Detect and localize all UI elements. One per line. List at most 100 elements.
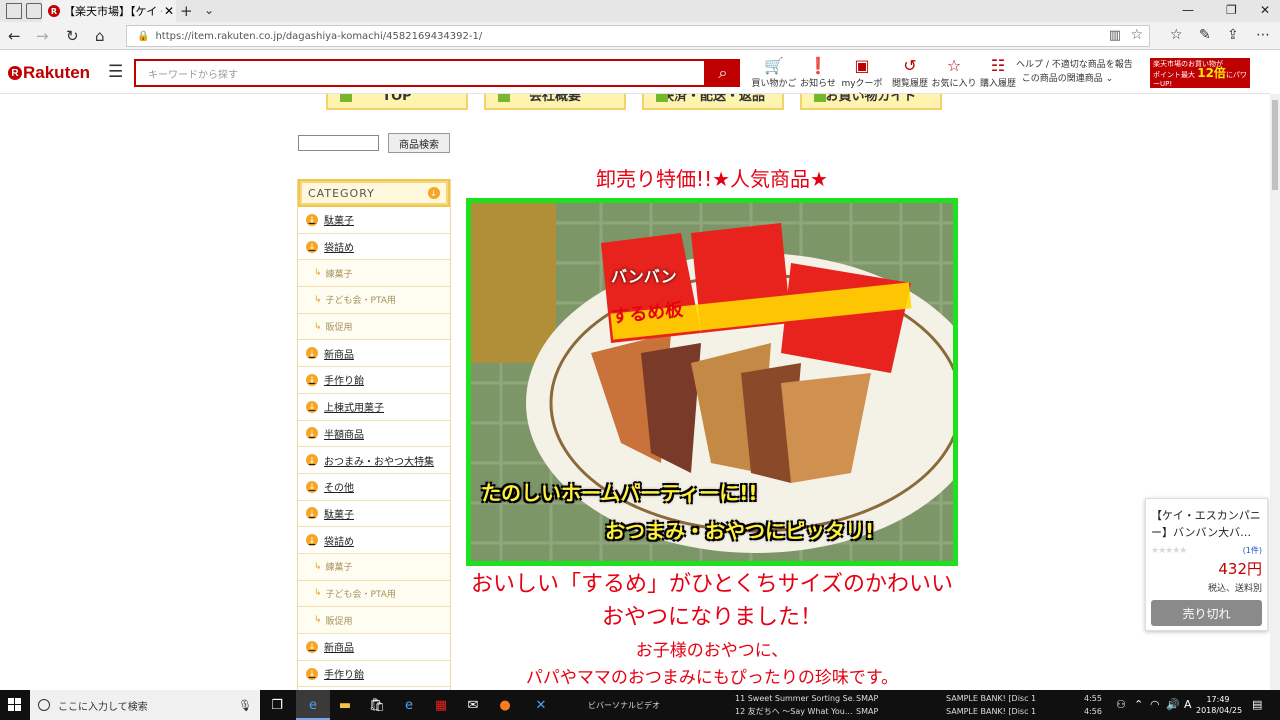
system-clock[interactable]: 17:49 2018/04/25 <box>1196 694 1242 716</box>
category-item[interactable]: ↓ その他 <box>298 473 450 501</box>
search-button[interactable]: ⌕ <box>706 59 740 87</box>
category-item[interactable]: ↓ 袋詰め <box>298 233 450 261</box>
help-report-link[interactable]: ヘルプ / 不適切な商品を報告 <box>1016 58 1133 72</box>
shop-nav-company[interactable]: 会社概要 <box>484 94 626 110</box>
keyword-search-input[interactable]: キーワードから探す <box>134 59 706 87</box>
menu-icon[interactable]: ☰ <box>108 62 123 82</box>
windows-start-icon[interactable] <box>8 698 22 712</box>
category-label: 駄菓子 <box>324 216 354 228</box>
sold-out-button[interactable]: 売り切れ <box>1151 600 1262 626</box>
cart-icon: 🛒 <box>764 56 784 75</box>
reading-view-icon[interactable]: ▥ <box>1109 28 1121 43</box>
page-scrollbar[interactable] <box>1270 94 1280 690</box>
spu-banner[interactable]: 楽天市場のお買い物が ポイント最大 12倍にパワーUP! <box>1150 58 1250 88</box>
category-item[interactable]: ↓ 上棟式用菓子 <box>298 393 450 421</box>
category-item[interactable]: ↓ 手作り飴 <box>298 367 450 394</box>
taskbar-media-window[interactable]: 11 Sweet Summer Sorting Se... 12 友だちへ ～Sa… <box>735 690 855 720</box>
shop-nav-guide[interactable]: お買い物ガイド <box>800 94 942 110</box>
related-items-link[interactable]: この商品の関連商品 ⌄ <box>1016 72 1133 86</box>
microphone-icon[interactable]: 🎙 <box>238 699 252 712</box>
cart-link[interactable]: 🛒 買い物かご <box>750 56 798 89</box>
close-window-icon[interactable]: ✕ <box>1260 3 1270 17</box>
refresh-icon[interactable]: ↻ <box>66 27 79 45</box>
subcategory-item[interactable]: ↳ 子ども会・PTA用 <box>298 580 450 608</box>
shop-search-input[interactable] <box>298 135 379 151</box>
store-icon[interactable]: 🛍 <box>366 694 388 716</box>
minimize-icon[interactable]: — <box>1182 3 1194 17</box>
volume-icon[interactable]: 🔊 <box>1166 698 1180 711</box>
task-view-icon[interactable]: ❐ <box>266 694 288 716</box>
shop-nav-top[interactable]: TOP <box>326 94 468 110</box>
tray-expand-icon[interactable]: ⌃ <box>1134 698 1143 711</box>
category-item[interactable]: ↓ 手作り飴 <box>298 660 450 688</box>
arrow-down-icon: ↓ <box>306 640 318 653</box>
notice-link[interactable]: ❗ お知らせ <box>794 56 842 89</box>
card-product-title[interactable]: 【ケイ・エスカンパニー】バンバン大バ… <box>1151 507 1262 541</box>
floating-product-card[interactable]: 【ケイ・エスカンパニー】バンバン大バ… ★★★★★ (1件) 432円 税込、送… <box>1145 498 1268 631</box>
favorites-link[interactable]: ☆ お気に入り <box>930 56 978 89</box>
arrow-down-icon: ↓ <box>306 454 318 467</box>
subcategory-item[interactable]: ↳ 販促用 <box>298 607 450 634</box>
app-red-icon[interactable]: ▦ <box>430 694 452 716</box>
forward-icon[interactable]: → <box>36 27 49 45</box>
product-photo <box>471 203 953 561</box>
category-item[interactable]: ↓ 半額商品 <box>298 420 450 448</box>
shop-search-button[interactable]: 商品検索 <box>388 133 450 153</box>
category-item[interactable]: ↓ おつまみ・おやつ大特集 <box>298 447 450 474</box>
subcategory-item[interactable]: ↳ 練菓子 <box>298 553 450 581</box>
shop-page: TOP 会社概要 決済・配送・返品 お買い物ガイド 商品検索 CATEGORY … <box>0 94 1270 690</box>
home-icon[interactable]: ⌂ <box>95 27 105 45</box>
ie-icon[interactable]: e <box>398 694 420 716</box>
history-link[interactable]: ↺ 閲覧履歴 <box>886 56 934 89</box>
rakuten-logo[interactable]: R Rakuten <box>8 63 90 83</box>
back-icon[interactable]: ← <box>8 27 21 45</box>
subcategory-item[interactable]: ↳ 子ども会・PTA用 <box>298 287 450 314</box>
vscode-icon[interactable]: ✕ <box>530 694 552 716</box>
taskbar-video-window[interactable]: ビバーソナルビデオ <box>588 690 698 720</box>
restore-icon[interactable]: ❐ <box>1226 3 1237 17</box>
category-list: ↓ 駄菓子 ↓ 袋詰め ↳ 練菓子 ↳ 子ども会・PTA用 ↳ 販促用 ↓ 新商品 ↓ 手作り飴 ↓ 上棟式用… <box>298 207 450 688</box>
favorites-hub-icon[interactable]: ☆ <box>1170 27 1183 43</box>
review-count[interactable]: (1件) <box>1243 545 1262 556</box>
subcategory-item[interactable]: ↳ 練菓子 <box>298 260 450 288</box>
help-links[interactable]: ヘルプ / 不適切な商品を報告 この商品の関連商品 ⌄ <box>1016 58 1133 86</box>
category-item[interactable]: ↓ 袋詰め <box>298 527 450 554</box>
category-item[interactable]: ↓ 新商品 <box>298 340 450 368</box>
edge-icon[interactable]: e <box>302 694 324 716</box>
category-item[interactable]: ↓ 駄菓子 <box>298 207 450 234</box>
favorite-star-icon[interactable]: ☆ <box>1130 27 1143 43</box>
tab-dropdown-icon[interactable]: ⌄ <box>204 3 214 17</box>
network-icon[interactable]: ◠ <box>1150 698 1160 711</box>
taskbar-search-input[interactable]: ここに入力して検索 🎙 <box>30 690 260 720</box>
browser-tab[interactable]: R 【楽天市場】【ケイ・エスカン ✕ <box>42 0 176 22</box>
windows-taskbar: ここに入力して検索 🎙 ❐ e ▬ 🛍 e ▦ ✉ ● ✕ ビバーソナルビデオ … <box>0 690 1280 720</box>
firefox-icon[interactable]: ● <box>494 694 516 716</box>
shop-nav-payment[interactable]: 決済・配送・返品 <box>642 94 784 110</box>
address-bar[interactable]: 🔒 https://item.rakuten.co.jp/dagashiya-k… <box>126 25 1150 47</box>
back-tabs-icon[interactable] <box>26 3 42 19</box>
browser-navbar: ← → ↻ ⌂ 🔒 https://item.rakuten.co.jp/dag… <box>0 22 1280 50</box>
ime-indicator[interactable]: A <box>1184 698 1192 711</box>
new-tab-icon[interactable]: + <box>180 2 193 20</box>
file-explorer-icon[interactable]: ▬ <box>334 694 356 716</box>
pack-text-bangbang: バンバン <box>611 267 677 286</box>
category-label: 上棟式用菓子 <box>324 403 384 415</box>
more-icon[interactable]: ⋯ <box>1256 27 1270 43</box>
category-item[interactable]: ↓ 新商品 <box>298 634 450 661</box>
product-image[interactable]: バンバン するめ板 たのしいホームパーティーに!! おつまみ・おやつにピッタリ! <box>466 198 958 566</box>
category-item[interactable]: ↓ 駄菓子 <box>298 500 450 528</box>
people-icon[interactable]: ⚇ <box>1116 698 1126 711</box>
mail-icon[interactable]: ✉ <box>462 694 484 716</box>
notification-icon[interactable]: ▤ <box>1252 698 1262 711</box>
category-label: 新商品 <box>324 349 354 361</box>
category-label: 子ども会・PTA用 <box>325 589 396 600</box>
share-icon[interactable]: ⇪ <box>1227 27 1239 43</box>
arrow-down-icon: ↓ <box>306 347 318 360</box>
tab-manager-icon[interactable] <box>6 3 22 19</box>
scrollbar-thumb[interactable] <box>1272 100 1278 190</box>
tab-close-icon[interactable]: ✕ <box>162 4 176 18</box>
subcategory-item[interactable]: ↳ 販促用 <box>298 313 450 341</box>
category-label: その他 <box>324 483 354 495</box>
purchase-history-link[interactable]: ☷ 購入履歴 <box>974 56 1022 89</box>
notes-pen-icon[interactable]: ✎ <box>1199 27 1211 43</box>
